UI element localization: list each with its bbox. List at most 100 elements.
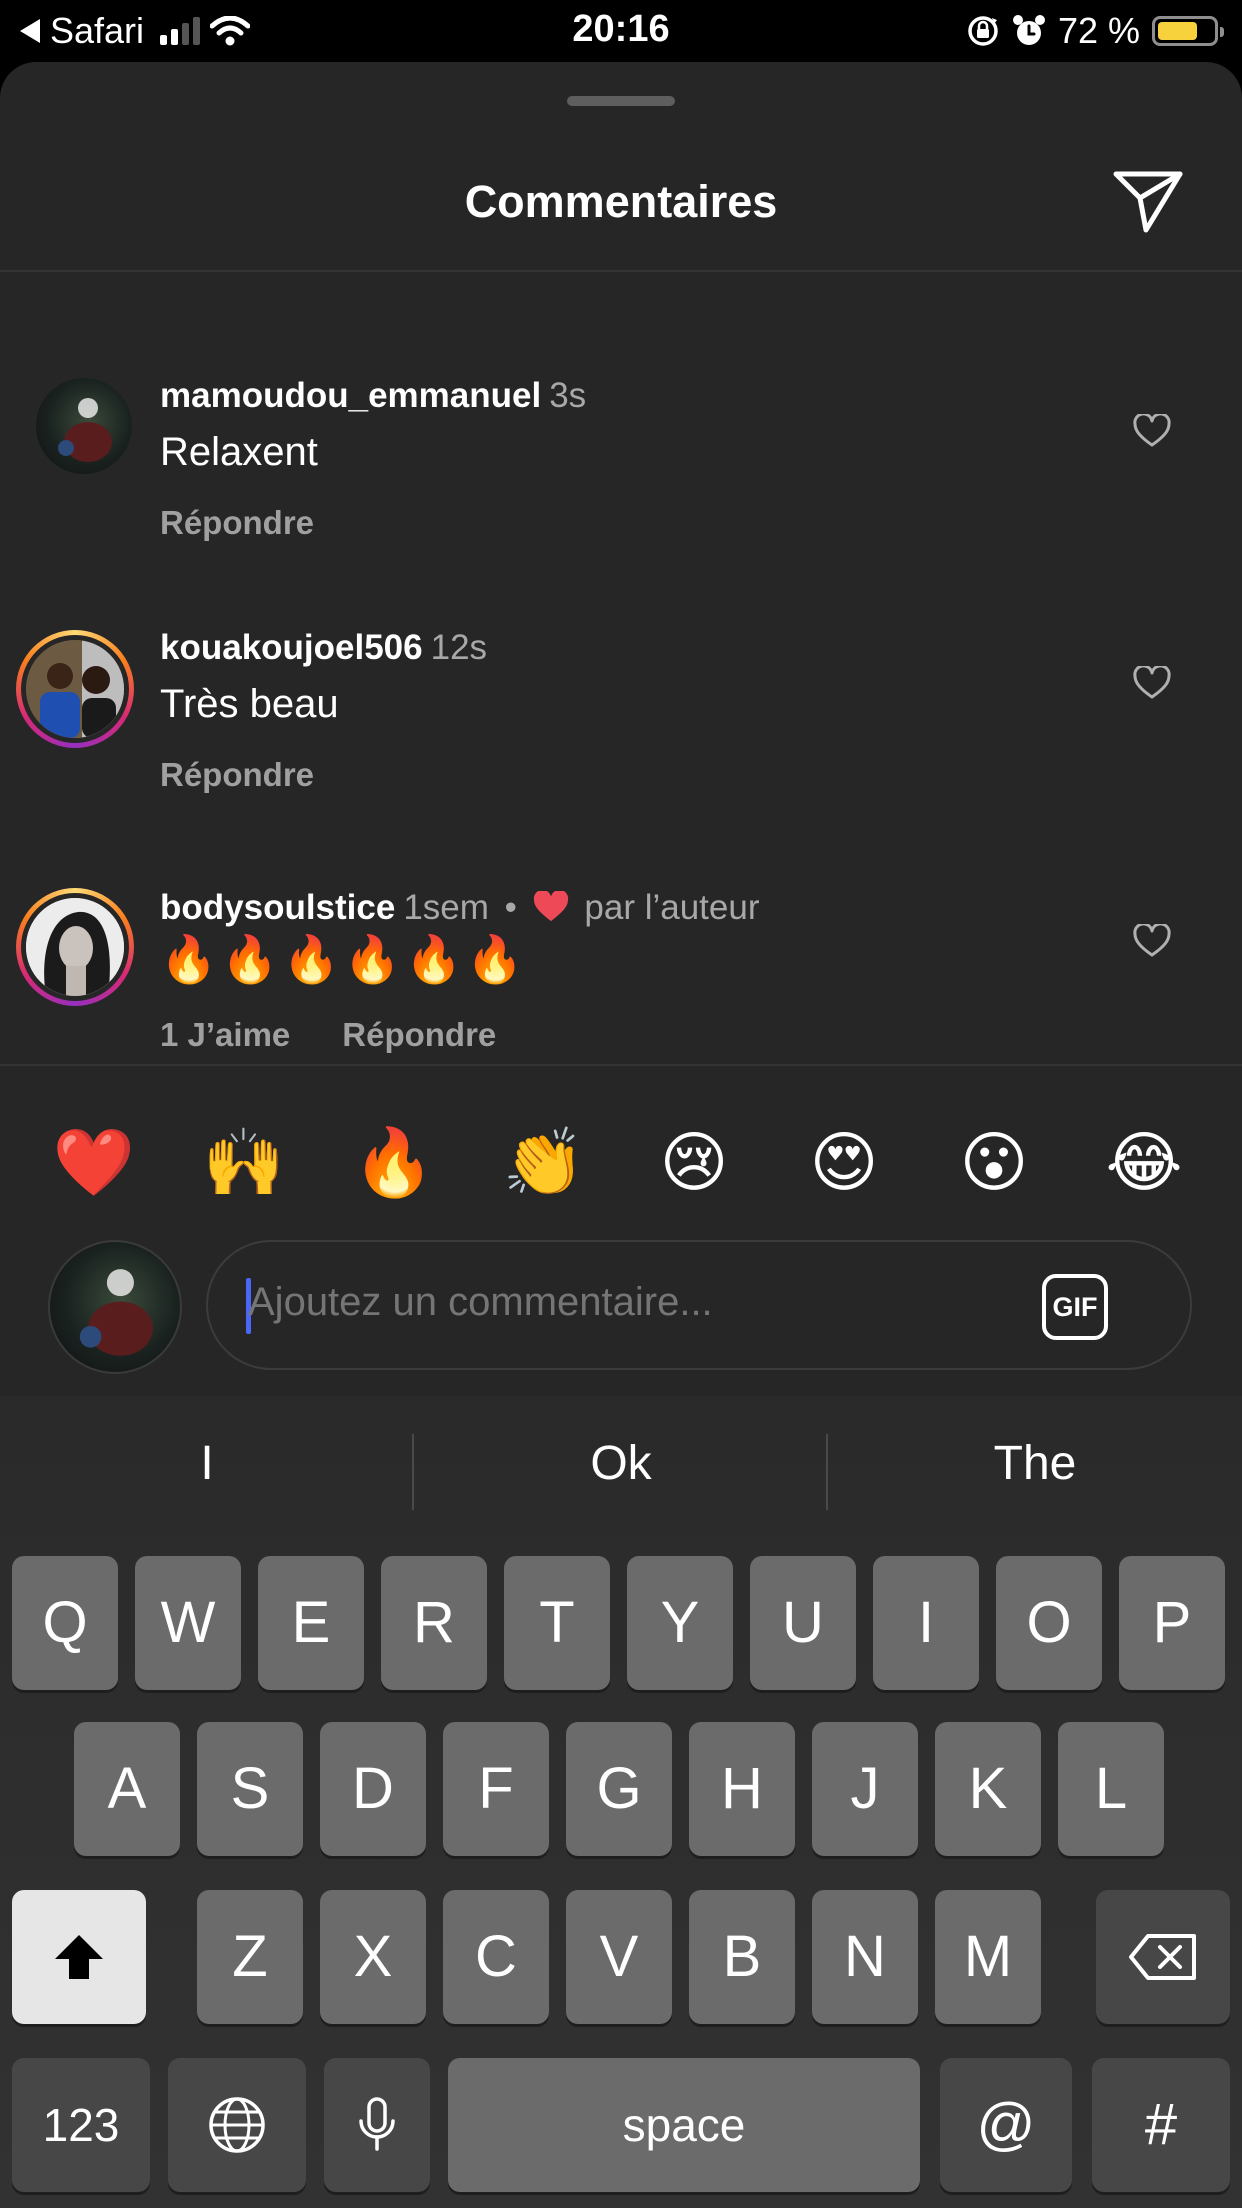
key-o[interactable]: O — [996, 1556, 1102, 1690]
key-i[interactable]: I — [873, 1556, 979, 1690]
key-e[interactable]: E — [258, 1556, 364, 1690]
microphone-icon — [359, 2097, 395, 2151]
key-c[interactable]: C — [443, 1890, 549, 2024]
battery-level — [1158, 22, 1197, 40]
key-g[interactable]: G — [566, 1722, 672, 1856]
key-t[interactable]: T — [504, 1556, 610, 1690]
key-q[interactable]: Q — [12, 1556, 118, 1690]
key-u[interactable]: U — [750, 1556, 856, 1690]
battery-icon — [1152, 16, 1224, 46]
comment-text: Très beau — [160, 682, 339, 726]
comments-sheet: Commentaires mamoudou_emmanuel 3s Relaxen… — [0, 62, 1242, 1396]
key-j[interactable]: J — [812, 1722, 918, 1856]
key-x[interactable]: X — [320, 1890, 426, 2024]
globe-key[interactable] — [168, 2058, 306, 2192]
key-r[interactable]: R — [381, 1556, 487, 1690]
comment-actions: 1 J’aime Répondre — [160, 1016, 496, 1054]
avatar[interactable] — [26, 898, 124, 996]
like-heart-icon[interactable] — [1133, 666, 1171, 700]
backspace-icon — [1129, 1934, 1196, 1980]
author-heart-icon — [533, 889, 568, 922]
comment-text: 🔥🔥🔥🔥🔥🔥 — [160, 933, 528, 985]
globe-icon — [209, 2097, 265, 2153]
comment-actions: Répondre — [160, 504, 314, 542]
status-bar: Safari 20:16 72 % — [0, 0, 1242, 62]
reply-button[interactable]: Répondre — [160, 504, 314, 542]
avatar-image — [26, 640, 124, 738]
suggestion-1[interactable]: I — [0, 1436, 414, 1491]
comment-time: 3s — [549, 376, 587, 415]
likes-count-button[interactable]: 1 J’aime — [160, 1016, 290, 1054]
reaction-fire[interactable]: 🔥 — [344, 1112, 444, 1212]
comment-input[interactable] — [248, 1280, 1008, 1325]
comment-header: mamoudou_emmanuel 3s — [160, 376, 586, 416]
reply-button[interactable]: Répondre — [160, 756, 314, 794]
reactions-divider — [0, 1064, 1242, 1066]
sheet-grabber[interactable] — [567, 96, 675, 106]
current-user-avatar[interactable] — [48, 1240, 182, 1374]
comment-username[interactable]: mamoudou_emmanuel — [160, 376, 541, 415]
key-v[interactable]: V — [566, 1890, 672, 2024]
comment-time: 1sem — [403, 888, 489, 927]
key-d[interactable]: D — [320, 1722, 426, 1856]
reaction-clapping[interactable]: 👏 — [494, 1112, 594, 1212]
key-k[interactable]: K — [935, 1722, 1041, 1856]
key-h[interactable]: H — [689, 1722, 795, 1856]
like-heart-icon[interactable] — [1133, 924, 1171, 958]
avatar[interactable] — [26, 640, 124, 738]
comment-item: mamoudou_emmanuel 3s Relaxent Répondre — [0, 292, 1242, 541]
keyboard: I Ok The Q W E R T Y U I O P A S D F G H… — [0, 1396, 1242, 2208]
shift-key[interactable] — [12, 1890, 146, 2024]
comment-header: bodysoulstice 1sem • par l’auteur — [160, 888, 760, 928]
comment-time: 12s — [430, 628, 488, 667]
reaction-laughing[interactable]: 😂 — [1094, 1112, 1194, 1212]
share-send-icon[interactable] — [1112, 168, 1184, 234]
liked-by-author-label: par l’auteur — [584, 888, 760, 927]
reaction-surprised[interactable]: 😮 — [944, 1112, 1044, 1212]
avatar-image — [79, 1269, 153, 1356]
key-y[interactable]: Y — [627, 1556, 733, 1690]
status-right: 72 % — [966, 10, 1224, 52]
suggestion-3[interactable]: The — [828, 1436, 1242, 1491]
orientation-lock-icon — [968, 16, 998, 46]
comment-text: Relaxent — [160, 430, 318, 474]
reply-button[interactable]: Répondre — [342, 1016, 496, 1054]
key-p[interactable]: P — [1119, 1556, 1225, 1690]
key-l[interactable]: L — [1058, 1722, 1164, 1856]
comment-composer[interactable]: GIF — [206, 1240, 1192, 1370]
battery-percent: 72 % — [1057, 10, 1140, 51]
like-heart-icon[interactable] — [1133, 414, 1171, 448]
shift-arrow-icon — [55, 1935, 103, 1979]
meta-separator: • — [504, 888, 517, 927]
gif-button[interactable]: GIF — [1042, 1274, 1108, 1340]
key-a[interactable]: A — [74, 1722, 180, 1856]
key-z[interactable]: Z — [197, 1890, 303, 2024]
avatar-image — [58, 398, 112, 462]
key-f[interactable]: F — [443, 1722, 549, 1856]
comment-username[interactable]: bodysoulstice — [160, 888, 395, 927]
reaction-crying[interactable]: 😢 — [644, 1112, 744, 1212]
numbers-key[interactable]: 123 — [12, 2058, 150, 2192]
avatar[interactable] — [36, 378, 132, 474]
space-key[interactable]: space — [448, 2058, 920, 2192]
key-b[interactable]: B — [689, 1890, 795, 2024]
sheet-title: Commentaires — [464, 176, 778, 227]
key-w[interactable]: W — [135, 1556, 241, 1690]
key-s[interactable]: S — [197, 1722, 303, 1856]
backspace-key[interactable] — [1096, 1890, 1230, 2024]
key-n[interactable]: N — [812, 1890, 918, 2024]
comment-header: kouakoujoel506 12s — [160, 628, 487, 668]
reaction-raised-hands[interactable]: 🙌 — [194, 1112, 294, 1212]
hash-key[interactable]: # — [1092, 2058, 1230, 2192]
comment-username[interactable]: kouakoujoel506 — [160, 628, 423, 667]
suggestion-2[interactable]: Ok — [414, 1436, 828, 1491]
comment-actions: Répondre — [160, 756, 314, 794]
alarm-icon — [1012, 15, 1045, 45]
at-key[interactable]: @ — [940, 2058, 1072, 2192]
header-divider — [0, 270, 1242, 272]
dictation-key[interactable] — [324, 2058, 430, 2192]
quick-reactions-bar: ❤️ 🙌 🔥 👏 😢 😍 😮 😂 — [0, 1112, 1242, 1212]
reaction-heart[interactable]: ❤️ — [44, 1112, 144, 1212]
reaction-heart-eyes[interactable]: 😍 — [794, 1112, 894, 1212]
key-m[interactable]: M — [935, 1890, 1041, 2024]
